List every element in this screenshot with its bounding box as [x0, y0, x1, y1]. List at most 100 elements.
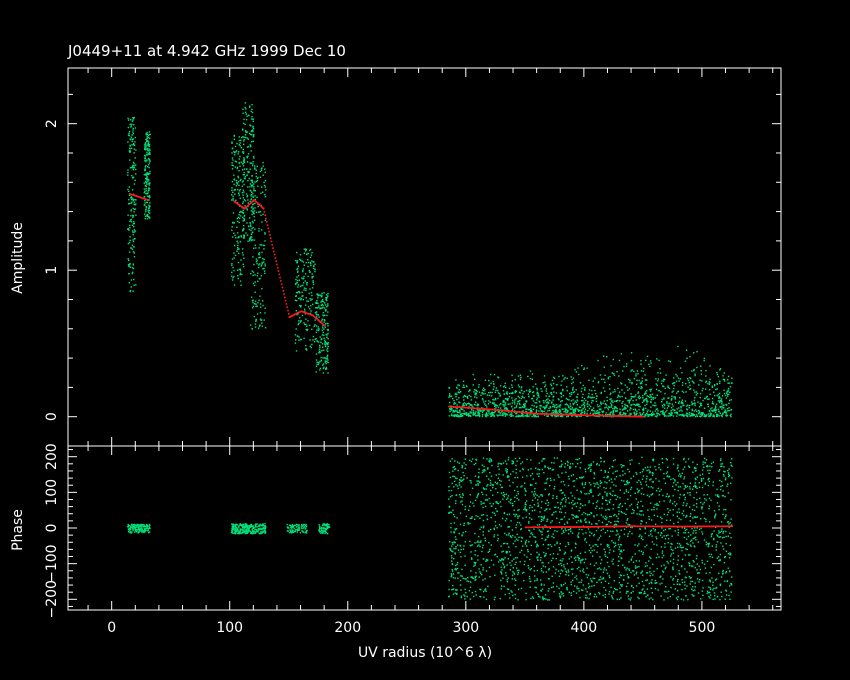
amp-data-point [146, 137, 148, 140]
phase-data-point [552, 582, 555, 584]
amp-data-point [529, 388, 531, 391]
amp-data-point [698, 410, 701, 412]
phase-data-point [650, 587, 653, 589]
amp-data-point [310, 291, 313, 294]
amp-data-point [128, 199, 130, 201]
amp-data-point [552, 396, 554, 398]
phase-data-point [701, 533, 704, 535]
amp-data-point [251, 220, 254, 223]
amp-data-point [458, 409, 461, 411]
amp-data-point [636, 412, 638, 414]
amp-data-point [128, 132, 130, 134]
amp-data-point [650, 390, 652, 392]
amp-data-point [322, 331, 324, 334]
amp-data-point [623, 412, 625, 414]
phase-data-point [450, 545, 453, 547]
amp-data-point [572, 411, 575, 413]
amp-data-point [705, 375, 707, 377]
amp-data-point [707, 382, 709, 385]
amp-data-point [521, 395, 523, 397]
amp-data-point [545, 395, 547, 397]
amp-data-point [728, 407, 730, 409]
amp-data-point [462, 408, 464, 411]
amp-data-point [238, 194, 240, 196]
amp-data-point [629, 399, 631, 401]
amp-data-point [687, 377, 689, 380]
phase-data-point [567, 475, 570, 478]
amp-model-point [266, 224, 269, 226]
phase-data-point [241, 531, 244, 534]
phase-data-point [503, 567, 505, 569]
amp-data-point [233, 183, 235, 185]
amp-data-point [295, 260, 297, 262]
amp-data-point [589, 412, 592, 414]
amp-data-point [264, 168, 266, 170]
amp-data-point [322, 367, 325, 370]
phase-data-point [471, 516, 473, 518]
amp-data-point [303, 287, 306, 289]
amp-data-point [477, 414, 479, 417]
amp-data-point [564, 407, 566, 409]
phase-data-point [145, 525, 148, 527]
amp-data-point [231, 142, 233, 144]
amp-data-point [143, 174, 145, 176]
phase-data-point [576, 489, 578, 491]
phase-data-point [582, 505, 584, 507]
amp-data-point [261, 251, 263, 254]
amp-data-point [324, 344, 327, 346]
phase-data-point [608, 565, 610, 568]
amp-data-point [583, 412, 586, 415]
amp-data-point [563, 378, 565, 380]
phase-data-point [263, 525, 265, 527]
phase-data-point [321, 529, 323, 532]
amp-data-point [128, 241, 131, 244]
amp-data-point [666, 415, 668, 417]
amp-data-point [500, 402, 502, 405]
amp-data-point [315, 325, 318, 327]
amp-data-point [588, 389, 591, 391]
amp-data-point [128, 282, 130, 284]
amp-data-point [127, 119, 130, 121]
amp-data-point [264, 272, 266, 275]
amp-data-point [656, 408, 658, 410]
phase-data-point [241, 524, 243, 526]
amp-data-point [243, 161, 246, 164]
amp-data-point [472, 409, 475, 412]
amp-data-point [260, 275, 262, 277]
amp-data-point [684, 400, 687, 402]
amp-data-point [670, 399, 672, 401]
amp-data-point [552, 409, 554, 412]
amp-data-point [486, 394, 489, 396]
amp-data-point [531, 404, 533, 407]
amp-data-point [132, 251, 135, 253]
phase-data-point [693, 497, 695, 499]
phase-data-point [489, 479, 492, 482]
phase-data-point [529, 558, 531, 561]
amp-data-point [145, 145, 148, 147]
amp-data-point [610, 403, 613, 406]
phase-data-point [242, 525, 245, 527]
phase-data-point [531, 518, 533, 520]
phase-data-point [701, 506, 704, 508]
amp-data-point [147, 163, 150, 166]
phase-data-point [716, 502, 719, 504]
amp-data-point [503, 404, 505, 406]
amp-data-point [611, 372, 613, 374]
amp-data-point [672, 405, 674, 407]
amp-data-point [307, 252, 309, 255]
amp-data-point [591, 389, 593, 392]
amp-data-point [475, 410, 477, 413]
amp-data-point [527, 393, 530, 395]
amp-data-point [245, 136, 247, 139]
amp-data-point [264, 194, 266, 196]
amp-data-point [307, 275, 309, 278]
amp-data-point [325, 297, 327, 299]
amp-data-point [245, 119, 248, 121]
phase-data-point [261, 524, 263, 526]
amp-data-point [681, 401, 683, 403]
phase-data-point [574, 576, 576, 579]
phase-data-point [713, 537, 715, 540]
amp-data-point [145, 188, 147, 190]
amp-data-point [250, 198, 253, 200]
amp-data-point [505, 392, 508, 394]
